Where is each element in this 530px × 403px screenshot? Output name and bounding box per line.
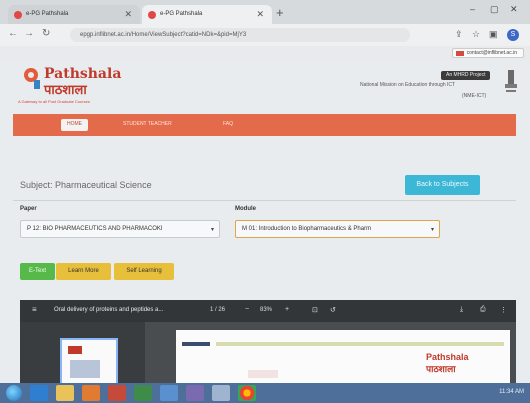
paper-select[interactable]: P 12: BIO PHARMACEUTICS AND PHARMACOKI ▾ — [20, 220, 220, 238]
divider — [13, 200, 516, 201]
module-select[interactable]: M 01: Introduction to Biopharmaceutics &… — [235, 220, 440, 238]
start-button[interactable] — [6, 385, 22, 401]
download-icon[interactable]: ⤓ — [460, 306, 463, 314]
browser-tabbar: e-PG Pathshala ✕ e-PG Pathshala ✕ + – ▢ … — [0, 0, 530, 24]
chevron-down-icon: ▾ — [210, 227, 214, 233]
pathshala-logo-icon — [24, 68, 40, 89]
zoom-out-icon[interactable]: − — [245, 306, 249, 313]
minimize-button[interactable]: – — [470, 4, 475, 14]
taskbar-clock: 11:34 AM — [499, 389, 524, 395]
chrome-icon[interactable] — [238, 385, 256, 401]
close-tab-icon[interactable]: ✕ — [256, 9, 264, 20]
subject-title: Subject: Pharmaceutical Science — [20, 180, 152, 190]
main-navbar: HOME STUDENT TEACHER FAQ — [13, 114, 516, 136]
email-chip[interactable]: contact@inflibnet.ac.in — [451, 48, 524, 58]
thumbnail-image — [70, 360, 100, 378]
favicon-icon — [14, 11, 22, 19]
bookmark-strip: contact@inflibnet.ac.in — [0, 46, 530, 60]
print-icon[interactable]: ⎙ — [480, 306, 486, 314]
logo-tagline: A Gateway to all Post Graduate Courses — [18, 99, 90, 104]
star-icon[interactable]: ☆ — [472, 29, 480, 40]
learn-more-button[interactable]: Learn More — [56, 263, 111, 280]
close-window-button[interactable]: ✕ — [510, 4, 518, 15]
nav-student-teacher[interactable]: STUDENT TEACHER — [123, 121, 172, 127]
tab-label: e-PG Pathshala — [26, 11, 69, 17]
national-emblem-icon — [505, 70, 517, 92]
back-arrow-icon[interactable]: ← — [8, 28, 18, 39]
page-logo-chip — [248, 370, 278, 378]
rotate-icon[interactable]: ↺ — [330, 306, 336, 314]
extensions-icon[interactable]: ▣ — [489, 29, 498, 40]
more-icon[interactable]: ⋮ — [500, 306, 507, 314]
reload-icon[interactable]: ↻ — [42, 28, 50, 39]
profile-avatar[interactable]: S — [507, 29, 519, 41]
module-select-value: M 01: Introduction to Biopharmaceutics &… — [242, 226, 372, 232]
app-icon[interactable] — [186, 385, 204, 401]
explorer-icon[interactable] — [212, 385, 230, 401]
pdf-page: Pathshala पाठशाला — [176, 330, 510, 390]
paper-select-value: P 12: BIO PHARMACEUTICS AND PHARMACOKI — [27, 226, 163, 232]
forward-arrow-icon[interactable]: → — [24, 28, 34, 39]
excel-icon[interactable] — [134, 385, 152, 401]
pdf-zoom[interactable]: 83% — [260, 307, 272, 313]
mhrd-project-badge[interactable]: An MHRD Project — [441, 71, 491, 80]
self-learning-button[interactable]: Self Learning — [114, 263, 174, 280]
folder-icon[interactable] — [56, 385, 74, 401]
logo-hindi: पाठशाला — [44, 83, 87, 98]
address-toolbar: ← → ↻ epgp.inflibnet.ac.in/Home/ViewSubj… — [0, 24, 530, 46]
etext-button[interactable]: E-Text — [20, 263, 55, 280]
os-taskbar: 11:34 AM — [0, 383, 530, 403]
nav-home[interactable]: HOME — [61, 119, 88, 131]
nme-subtitle: (NME-ICT) — [462, 93, 487, 99]
thumbnail-logo — [68, 346, 82, 354]
site-page: Pathshala पाठशाला A Gateway to all Post … — [0, 60, 530, 390]
pdf-page-indicator[interactable]: 1 / 26 — [210, 307, 225, 313]
new-tab-button[interactable]: + — [276, 5, 284, 20]
pdf-title: Oral delivery of proteins and peptides a… — [54, 307, 164, 313]
menu-icon[interactable]: ≡ — [32, 305, 37, 314]
maximize-button[interactable]: ▢ — [490, 4, 499, 15]
pdf-app-icon[interactable] — [108, 385, 126, 401]
module-label: Module — [235, 206, 256, 212]
fit-page-icon[interactable]: ⊡ — [312, 306, 318, 314]
zoom-in-icon[interactable]: + — [285, 306, 289, 313]
page-header-bar — [182, 342, 210, 346]
page-logo-hindi: पाठशाला — [426, 364, 456, 374]
share-icon[interactable]: ⇪ — [455, 29, 463, 40]
media-icon[interactable] — [82, 385, 100, 401]
page-logo-title: Pathshala — [426, 352, 469, 362]
tab-label: e-PG Pathshala — [160, 11, 203, 17]
pdf-thumbnails — [20, 322, 145, 390]
browser-tab-1[interactable]: e-PG Pathshala ✕ — [8, 5, 140, 24]
nav-faq[interactable]: FAQ — [223, 121, 233, 127]
nme-title: National Mission on Education through IC… — [360, 82, 456, 88]
browser-tab-2[interactable]: e-PG Pathshala ✕ — [142, 5, 272, 24]
word-icon[interactable] — [160, 385, 178, 401]
chevron-down-icon: ▾ — [430, 227, 434, 233]
pdf-toolbar: ≡ Oral delivery of proteins and peptides… — [20, 300, 516, 322]
ie-icon[interactable] — [30, 385, 48, 401]
close-tab-icon[interactable]: ✕ — [124, 9, 132, 20]
paper-label: Paper — [20, 206, 37, 212]
favicon-icon — [148, 11, 156, 19]
url-input[interactable]: epgp.inflibnet.ac.in/Home/ViewSubject?ca… — [70, 28, 410, 42]
back-to-subjects-button[interactable]: Back to Subjects — [405, 175, 480, 195]
page-header-line — [216, 342, 504, 346]
pdf-viewer: ≡ Oral delivery of proteins and peptides… — [20, 300, 516, 390]
